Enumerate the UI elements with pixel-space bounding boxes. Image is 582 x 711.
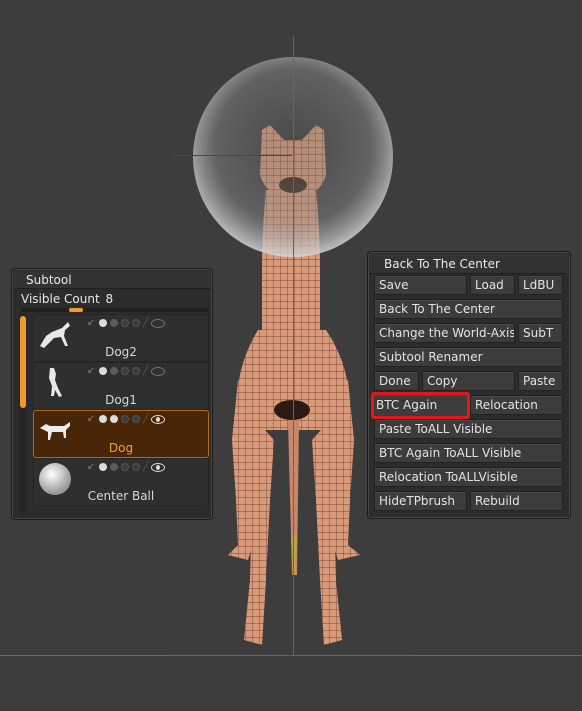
ldbu-button[interactable]: LdBU — [518, 275, 563, 295]
save-button[interactable]: Save — [374, 275, 467, 295]
eye-visible-icon[interactable] — [151, 414, 166, 424]
solo-icon[interactable] — [110, 367, 118, 375]
copy-button[interactable]: Copy — [422, 371, 515, 391]
load-button[interactable]: Load — [470, 275, 515, 295]
subtool-item-name: Center Ball — [87, 489, 155, 503]
subtool-title[interactable]: Subtool — [14, 271, 210, 289]
visible-count-slider-knob[interactable] — [69, 308, 83, 312]
back-to-center-panel: Back To The Center Save Load LdBU Back T… — [367, 251, 571, 519]
polyframe-icon[interactable] — [99, 319, 107, 327]
x-axis-line — [172, 155, 292, 156]
brush-icon[interactable]: ╱ — [143, 318, 148, 328]
polyframe-icon[interactable] — [99, 463, 107, 471]
arrow-down-icon[interactable]: ↙ — [86, 318, 96, 328]
paste-toall-visible-button[interactable]: Paste ToALL Visible — [374, 419, 563, 439]
subtool-item-controls: ↙ ╱ — [86, 365, 166, 377]
subtool-renamer-button[interactable]: Subtool Renamer — [374, 347, 563, 367]
arrow-down-icon[interactable]: ↙ — [86, 366, 96, 376]
merge-icon[interactable] — [121, 415, 129, 423]
solo-icon[interactable] — [110, 415, 118, 423]
merge-icon[interactable] — [121, 463, 129, 471]
change-world-axis-button[interactable]: Change the World-Axis — [374, 323, 515, 343]
subtool-item-center-ball[interactable]: ↙ ╱ Center Ball — [33, 458, 209, 506]
eye-hidden-icon[interactable] — [151, 366, 166, 376]
subtool-item-controls: ↙ ╱ — [86, 461, 166, 473]
arrow-down-icon[interactable]: ↙ — [86, 462, 96, 472]
subtool-item-name: Dog2 — [105, 345, 137, 359]
solo-icon[interactable] — [110, 319, 118, 327]
polyframe-icon[interactable] — [99, 415, 107, 423]
merge-icon[interactable] — [121, 367, 129, 375]
eye-visible-icon[interactable] — [151, 462, 166, 472]
solo-icon[interactable] — [110, 463, 118, 471]
brush-icon[interactable]: ╱ — [143, 462, 148, 472]
hidetpbrush-button[interactable]: HideTPbrush — [374, 491, 467, 511]
subtool-item-dog2[interactable]: ↙ ╱ Dog2 — [33, 314, 209, 362]
btc-panel-title[interactable]: Back To The Center — [370, 254, 568, 274]
subtool-item-name: Dog1 — [105, 393, 137, 407]
visible-count-slider[interactable] — [21, 308, 209, 312]
dynamic-icon[interactable] — [132, 367, 140, 375]
floor-shadow-line — [170, 655, 410, 656]
visible-count-label: Visible Count — [21, 292, 100, 306]
paste-button[interactable]: Paste — [518, 371, 563, 391]
subtool-item-controls: ↙ ╱ — [86, 413, 166, 425]
arrow-down-icon[interactable]: ↙ — [86, 414, 96, 424]
subtool-panel: Subtool Visible Count 8 ↙ ╱ Dog2 ↙ ╱ Dog… — [11, 268, 213, 520]
y-axis-line — [293, 36, 294, 656]
visible-count-value: 8 — [105, 292, 114, 306]
rebuild-button[interactable]: Rebuild — [470, 491, 563, 511]
dynamic-icon[interactable] — [132, 415, 140, 423]
done-button[interactable]: Done — [374, 371, 419, 391]
subtool-item-name: Dog — [108, 441, 134, 455]
subtool-scrollbar-thumb[interactable] — [20, 316, 26, 408]
subtool-item-dog[interactable]: ↙ ╱ Dog — [33, 410, 209, 458]
relocation-button[interactable]: Relocation — [470, 395, 563, 415]
dynamic-icon[interactable] — [132, 463, 140, 471]
merge-icon[interactable] — [121, 319, 129, 327]
visible-count[interactable]: Visible Count 8 — [21, 292, 113, 306]
brush-icon[interactable]: ╱ — [143, 414, 148, 424]
subtool-list: ↙ ╱ Dog2 ↙ ╱ Dog1 ↙ ╱ Dog ↙ ╱ Center Bal… — [33, 314, 209, 506]
subtool-item-controls: ↙ ╱ — [86, 317, 166, 329]
btc-again-toall-visible-button[interactable]: BTC Again ToALL Visible — [374, 443, 563, 463]
back-to-center-button[interactable]: Back To The Center — [374, 299, 563, 319]
subtool-item-dog1[interactable]: ↙ ╱ Dog1 — [33, 362, 209, 410]
relocation-toallvisible-button[interactable]: Relocation ToALLVisible — [374, 467, 563, 487]
polyframe-icon[interactable] — [99, 367, 107, 375]
btc-again-button[interactable]: BTC Again — [371, 392, 470, 419]
eye-hidden-icon[interactable] — [151, 318, 166, 328]
brush-icon[interactable]: ╱ — [143, 366, 148, 376]
dynamic-icon[interactable] — [132, 319, 140, 327]
subt-button[interactable]: SubT — [518, 323, 563, 343]
